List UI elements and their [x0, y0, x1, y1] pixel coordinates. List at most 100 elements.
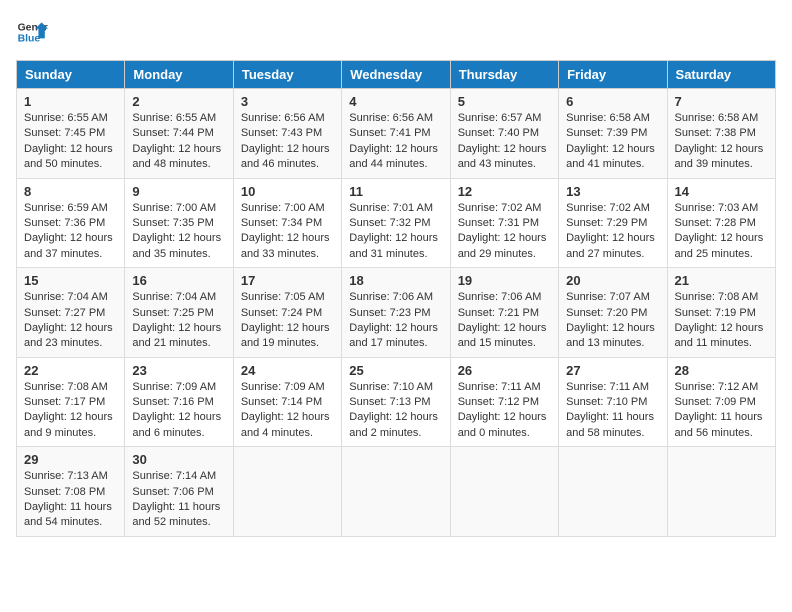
day-number: 26: [458, 363, 551, 378]
day-info: Sunrise: 7:02 AMSunset: 7:31 PMDaylight:…: [458, 201, 551, 263]
day-info: Sunrise: 6:58 AMSunset: 7:38 PMDaylight:…: [675, 111, 768, 173]
calendar-cell: 19 Sunrise: 7:06 AMSunset: 7:21 PMDayligh…: [450, 268, 558, 358]
calendar-cell: 28 Sunrise: 7:12 AMSunset: 7:09 PMDayligh…: [667, 357, 775, 447]
day-info: Sunrise: 7:08 AMSunset: 7:17 PMDaylight:…: [24, 380, 117, 442]
calendar-cell: 14 Sunrise: 7:03 AMSunset: 7:28 PMDayligh…: [667, 178, 775, 268]
calendar-cell: 27 Sunrise: 7:11 AMSunset: 7:10 PMDayligh…: [559, 357, 667, 447]
week-row-1: 1 Sunrise: 6:55 AMSunset: 7:45 PMDaylight…: [17, 89, 776, 179]
calendar-cell: 9 Sunrise: 7:00 AMSunset: 7:35 PMDaylight…: [125, 178, 233, 268]
calendar-table: SundayMondayTuesdayWednesdayThursdayFrid…: [16, 60, 776, 537]
day-info: Sunrise: 7:11 AMSunset: 7:10 PMDaylight:…: [566, 380, 659, 442]
day-info: Sunrise: 7:01 AMSunset: 7:32 PMDaylight:…: [349, 201, 442, 263]
calendar-cell: 17Sunrise: 7:05 AMSunset: 7:24 PMDayligh…: [233, 268, 341, 358]
calendar-cell: 11 Sunrise: 7:01 AMSunset: 7:32 PMDayligh…: [342, 178, 450, 268]
day-number: 30: [132, 452, 225, 467]
page-header: General Blue: [16, 16, 776, 48]
day-number: 17: [241, 273, 334, 288]
calendar-cell: [233, 447, 341, 537]
day-info: Sunrise: 6:56 AMSunset: 7:43 PMDaylight:…: [241, 111, 334, 173]
day-info: Sunrise: 6:55 AMSunset: 7:45 PMDaylight:…: [24, 111, 117, 173]
calendar-cell: 26 Sunrise: 7:11 AMSunset: 7:12 PMDayligh…: [450, 357, 558, 447]
day-info: Sunrise: 7:04 AMSunset: 7:27 PMDaylight:…: [24, 290, 117, 352]
svg-text:Blue: Blue: [18, 34, 41, 45]
day-info: Sunrise: 7:14 AMSunset: 7:06 PMDaylight:…: [132, 469, 225, 531]
logo: General Blue: [16, 16, 48, 48]
col-header-tuesday: Tuesday: [233, 61, 341, 89]
calendar-cell: 2 Sunrise: 6:55 AMSunset: 7:44 PMDaylight…: [125, 89, 233, 179]
day-number: 14: [675, 184, 768, 199]
calendar-cell: [667, 447, 775, 537]
day-number: 6: [566, 94, 659, 109]
week-row-3: 15Sunrise: 7:04 AMSunset: 7:27 PMDayligh…: [17, 268, 776, 358]
day-number: 16: [132, 273, 225, 288]
calendar-cell: 16Sunrise: 7:04 AMSunset: 7:25 PMDayligh…: [125, 268, 233, 358]
day-number: 8: [24, 184, 117, 199]
day-number: 27: [566, 363, 659, 378]
calendar-header-row: SundayMondayTuesdayWednesdayThursdayFrid…: [17, 61, 776, 89]
day-number: 2: [132, 94, 225, 109]
calendar-cell: 15Sunrise: 7:04 AMSunset: 7:27 PMDayligh…: [17, 268, 125, 358]
col-header-sunday: Sunday: [17, 61, 125, 89]
calendar-cell: 22 Sunrise: 7:08 AMSunset: 7:17 PMDayligh…: [17, 357, 125, 447]
col-header-friday: Friday: [559, 61, 667, 89]
col-header-monday: Monday: [125, 61, 233, 89]
day-number: 10: [241, 184, 334, 199]
calendar-cell: 29Sunrise: 7:13 AMSunset: 7:08 PMDayligh…: [17, 447, 125, 537]
calendar-cell: 25Sunrise: 7:10 AMSunset: 7:13 PMDayligh…: [342, 357, 450, 447]
day-number: 20: [566, 273, 659, 288]
col-header-saturday: Saturday: [667, 61, 775, 89]
day-number: 24: [241, 363, 334, 378]
calendar-cell: 12 Sunrise: 7:02 AMSunset: 7:31 PMDayligh…: [450, 178, 558, 268]
day-number: 4: [349, 94, 442, 109]
week-row-5: 29Sunrise: 7:13 AMSunset: 7:08 PMDayligh…: [17, 447, 776, 537]
calendar-cell: 30 Sunrise: 7:14 AMSunset: 7:06 PMDayligh…: [125, 447, 233, 537]
day-number: 28: [675, 363, 768, 378]
day-number: 1: [24, 94, 117, 109]
day-info: Sunrise: 7:06 AMSunset: 7:23 PMDaylight:…: [349, 290, 442, 352]
day-number: 9: [132, 184, 225, 199]
day-info: Sunrise: 7:00 AMSunset: 7:35 PMDaylight:…: [132, 201, 225, 263]
day-info: Sunrise: 6:57 AMSunset: 7:40 PMDaylight:…: [458, 111, 551, 173]
day-number: 22: [24, 363, 117, 378]
day-number: 7: [675, 94, 768, 109]
calendar-cell: 3 Sunrise: 6:56 AMSunset: 7:43 PMDaylight…: [233, 89, 341, 179]
day-number: 5: [458, 94, 551, 109]
day-info: Sunrise: 7:12 AMSunset: 7:09 PMDaylight:…: [675, 380, 768, 442]
day-info: Sunrise: 7:06 AMSunset: 7:21 PMDaylight:…: [458, 290, 551, 352]
day-info: Sunrise: 6:58 AMSunset: 7:39 PMDaylight:…: [566, 111, 659, 173]
calendar-cell: 6 Sunrise: 6:58 AMSunset: 7:39 PMDaylight…: [559, 89, 667, 179]
calendar-cell: 13 Sunrise: 7:02 AMSunset: 7:29 PMDayligh…: [559, 178, 667, 268]
col-header-wednesday: Wednesday: [342, 61, 450, 89]
day-info: Sunrise: 7:09 AMSunset: 7:14 PMDaylight:…: [241, 380, 334, 442]
day-number: 23: [132, 363, 225, 378]
day-info: Sunrise: 7:03 AMSunset: 7:28 PMDaylight:…: [675, 201, 768, 263]
day-number: 29: [24, 452, 117, 467]
day-number: 13: [566, 184, 659, 199]
week-row-4: 22 Sunrise: 7:08 AMSunset: 7:17 PMDayligh…: [17, 357, 776, 447]
logo-icon: General Blue: [16, 16, 48, 48]
day-info: Sunrise: 7:09 AMSunset: 7:16 PMDaylight:…: [132, 380, 225, 442]
calendar-cell: 21Sunrise: 7:08 AMSunset: 7:19 PMDayligh…: [667, 268, 775, 358]
day-info: Sunrise: 7:10 AMSunset: 7:13 PMDaylight:…: [349, 380, 442, 442]
calendar-cell: 18 Sunrise: 7:06 AMSunset: 7:23 PMDayligh…: [342, 268, 450, 358]
day-info: Sunrise: 7:07 AMSunset: 7:20 PMDaylight:…: [566, 290, 659, 352]
day-number: 3: [241, 94, 334, 109]
day-info: Sunrise: 7:11 AMSunset: 7:12 PMDaylight:…: [458, 380, 551, 442]
week-row-2: 8 Sunrise: 6:59 AMSunset: 7:36 PMDaylight…: [17, 178, 776, 268]
calendar-cell: 10 Sunrise: 7:00 AMSunset: 7:34 PMDayligh…: [233, 178, 341, 268]
calendar-cell: 4 Sunrise: 6:56 AMSunset: 7:41 PMDaylight…: [342, 89, 450, 179]
day-number: 18: [349, 273, 442, 288]
day-info: Sunrise: 6:59 AMSunset: 7:36 PMDaylight:…: [24, 201, 117, 263]
day-info: Sunrise: 7:02 AMSunset: 7:29 PMDaylight:…: [566, 201, 659, 263]
calendar-cell: 20 Sunrise: 7:07 AMSunset: 7:20 PMDayligh…: [559, 268, 667, 358]
day-info: Sunrise: 7:00 AMSunset: 7:34 PMDaylight:…: [241, 201, 334, 263]
calendar-cell: [559, 447, 667, 537]
day-number: 21: [675, 273, 768, 288]
day-number: 12: [458, 184, 551, 199]
day-info: Sunrise: 6:55 AMSunset: 7:44 PMDaylight:…: [132, 111, 225, 173]
calendar-cell: 1 Sunrise: 6:55 AMSunset: 7:45 PMDaylight…: [17, 89, 125, 179]
calendar-cell: [450, 447, 558, 537]
day-number: 11: [349, 184, 442, 199]
day-info: Sunrise: 6:56 AMSunset: 7:41 PMDaylight:…: [349, 111, 442, 173]
day-number: 19: [458, 273, 551, 288]
